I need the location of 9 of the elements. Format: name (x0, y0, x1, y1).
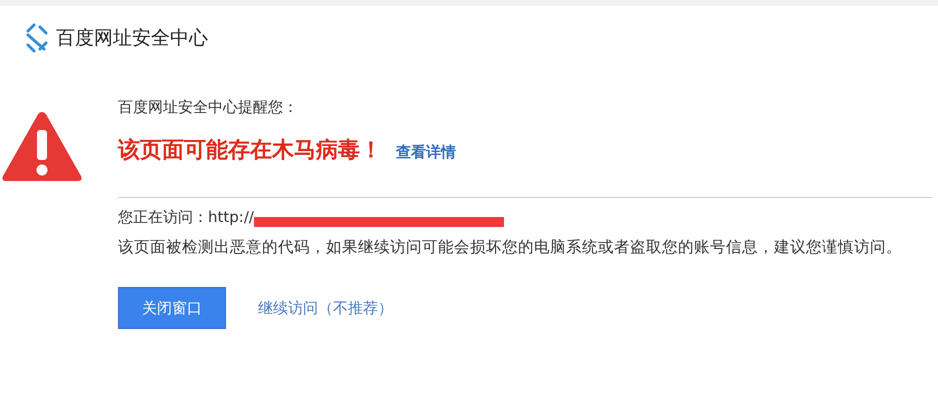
warning-headline: 该页面可能存在木马病毒！ (118, 136, 382, 165)
logo-icon (26, 23, 48, 53)
visiting-url-text: 您正在访问：http:// (118, 208, 254, 227)
notice-text: 百度网址安全中心提醒您： (118, 98, 299, 117)
close-window-button[interactable]: 关闭窗口 (118, 287, 226, 329)
continue-link[interactable]: 继续访问（不推荐） (258, 298, 393, 318)
warning-message: 该页面被检测出恶意的代码，如果继续访问可能会损坏您的电脑系统或者盗取您的账号信息，建议您谨慎访问。 (118, 236, 903, 258)
site-title: 百度网址安全中心 (56, 26, 208, 51)
details-link[interactable]: 查看详情 (396, 143, 456, 162)
